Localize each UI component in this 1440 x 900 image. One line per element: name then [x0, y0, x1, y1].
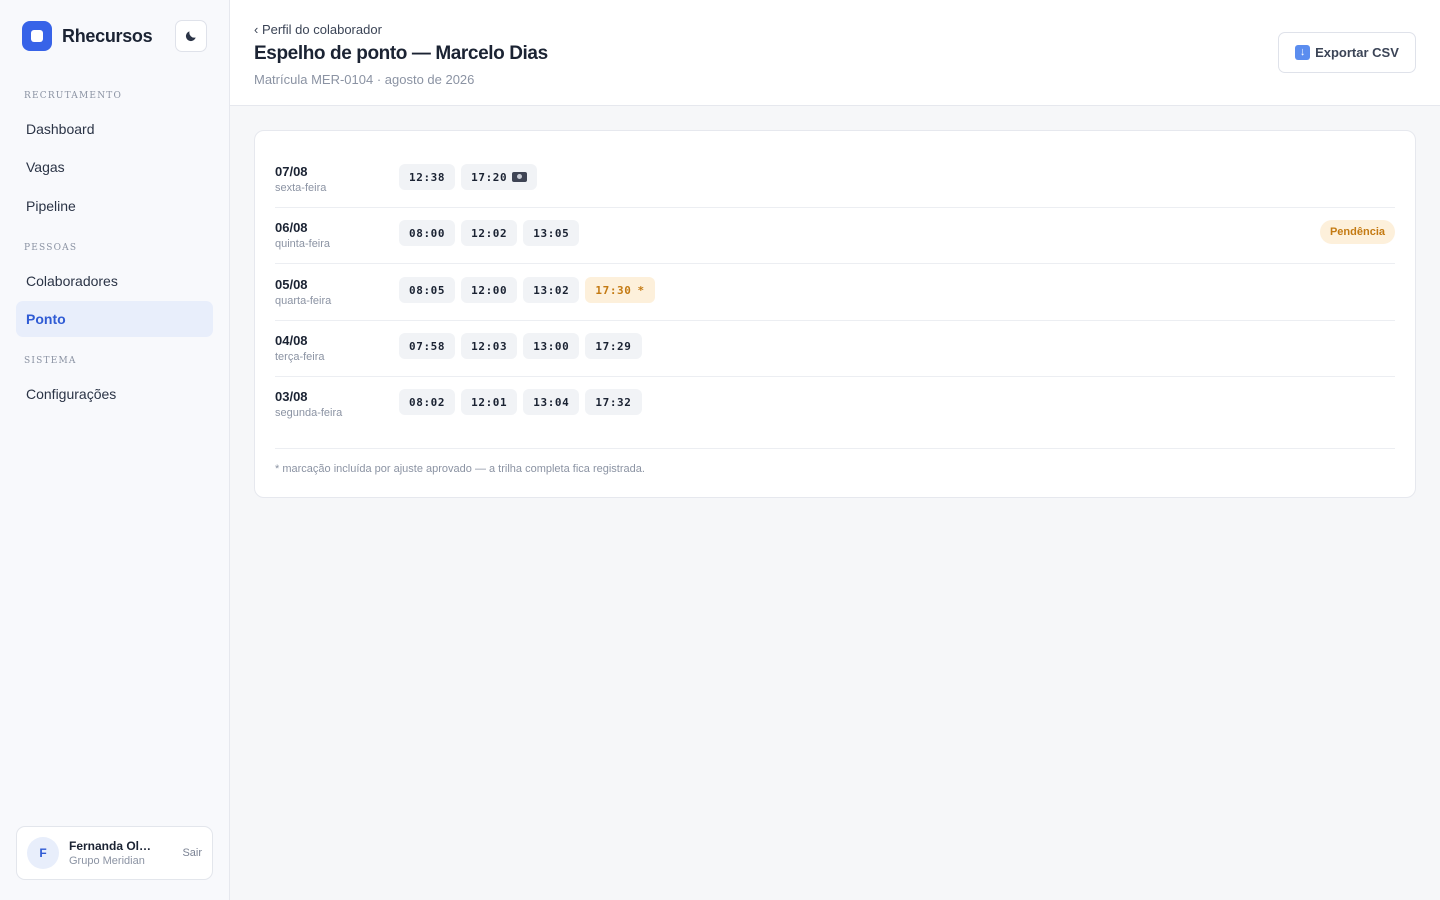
camera-icon [512, 172, 528, 182]
time-value: 13:00 [533, 339, 570, 353]
table-row[interactable]: 07/08 sexta-feira 12:38 17:20 [275, 164, 1395, 220]
sidebar-item-configuracoes[interactable]: Configurações [16, 376, 213, 412]
time-value: 12:38 [409, 170, 446, 184]
time-chip[interactable]: 17:32 [585, 389, 642, 415]
time-value: 12:02 [471, 226, 508, 240]
user-card: F Fernanda Oliveira Grupo Meridian Sair [16, 826, 213, 880]
time-value: 13:05 [533, 226, 570, 240]
brand[interactable]: Rhecursos [22, 21, 153, 51]
row-date: 05/08 [275, 277, 308, 292]
table-row[interactable]: 03/08 segunda-feira 08:02 12:01 13:04 17:32 [275, 389, 1395, 445]
time-entries: 12:38 17:20 [399, 164, 538, 190]
time-entries: 08:02 12:01 13:04 17:32 [399, 389, 642, 415]
footnote: * marcação incluída por ajuste aprovado … [275, 463, 645, 475]
time-value: 12:01 [471, 395, 508, 409]
time-value: 13:04 [533, 395, 570, 409]
row-weekday: terça-feira [275, 351, 325, 363]
row-divider [275, 376, 1395, 377]
time-value: 08:02 [409, 395, 446, 409]
row-weekday: sexta-feira [275, 182, 327, 194]
time-chip[interactable]: 12:01 [461, 389, 518, 415]
page-title: Espelho de ponto — Marcelo Dias [254, 43, 548, 64]
row-date: 03/08 [275, 389, 308, 404]
time-chip[interactable]: 13:04 [523, 389, 580, 415]
time-entries: 07:58 12:03 13:00 17:29 [399, 333, 642, 359]
square-logo-icon [22, 21, 52, 51]
time-value: 12:03 [471, 339, 508, 353]
time-chip[interactable]: 12:38 [399, 164, 456, 190]
table-row[interactable]: 04/08 terça-feira 07:58 12:03 13:00 17:29 [275, 333, 1395, 389]
row-weekday: quinta-feira [275, 238, 331, 250]
table-row[interactable]: 05/08 quarta-feira 08:05 12:00 13:02 17:30 * [275, 277, 1395, 333]
time-chip-adjusted[interactable]: 17:30 * [585, 277, 655, 303]
page-header: ‹ Perfil do colaborador Espelho de ponto… [230, 0, 1440, 106]
sidebar-item-dashboard[interactable]: Dashboard [16, 111, 213, 147]
sidebar-item-vagas[interactable]: Vagas [16, 149, 213, 185]
user-org: Grupo Meridian [69, 855, 145, 867]
sidebar-item-pipeline[interactable]: Pipeline [16, 188, 213, 224]
time-chip[interactable]: 13:00 [523, 333, 580, 359]
section-label-pessoas: PESSOAS [24, 243, 78, 253]
section-label-sistema: SISTEMA [24, 356, 77, 366]
time-value: 17:32 [595, 395, 632, 409]
export-csv-button[interactable]: ↓ Exportar CSV [1278, 32, 1416, 73]
timesheet-card: 07/08 sexta-feira 12:38 17:20 06/08 quinta-fe… [254, 130, 1416, 498]
sidebar-item-colaboradores[interactable]: Colaboradores [16, 263, 213, 299]
row-date: 04/08 [275, 333, 308, 348]
back-link[interactable]: ‹ Perfil do colaborador [254, 22, 382, 37]
time-entries: 08:05 12:00 13:02 17:30 * [399, 277, 655, 303]
time-chip[interactable]: 17:29 [585, 333, 642, 359]
time-chip[interactable]: 08:05 [399, 277, 456, 303]
time-value: 08:05 [409, 283, 446, 297]
row-divider [275, 320, 1395, 321]
row-weekday: quarta-feira [275, 295, 332, 307]
row-divider [275, 263, 1395, 264]
time-chip[interactable]: 12:02 [461, 220, 518, 246]
time-chip[interactable]: 17:20 [461, 164, 538, 190]
brand-name: Rhecursos [62, 25, 153, 46]
avatar: F [27, 837, 59, 869]
download-icon: ↓ [1295, 45, 1311, 60]
time-value: 12:00 [471, 283, 508, 297]
sidebar: Rhecursos RECRUTAMENTO Dashboard Vagas P… [0, 0, 230, 900]
page-subtitle: Matrícula MER-0104 · agosto de 2026 [254, 72, 475, 87]
table-row[interactable]: 06/08 quinta-feira 08:00 12:02 13:05 Pendênci… [275, 220, 1395, 276]
time-value: 17:29 [595, 339, 632, 353]
time-chip[interactable]: 13:05 [523, 220, 580, 246]
logout-button[interactable]: Sair [182, 847, 202, 859]
section-label-recrutamento: RECRUTAMENTO [24, 91, 123, 101]
row-date: 06/08 [275, 220, 308, 235]
time-value: 17:30 [595, 283, 632, 297]
row-date: 07/08 [275, 164, 308, 179]
adjustment-mark: * [637, 283, 645, 297]
time-chip[interactable]: 07:58 [399, 333, 456, 359]
time-chip[interactable]: 08:00 [399, 220, 456, 246]
time-entries: 08:00 12:02 13:05 [399, 220, 580, 246]
footnote-divider [275, 448, 1395, 449]
time-value: 17:20 [471, 170, 508, 184]
row-divider [275, 207, 1395, 208]
sidebar-item-ponto[interactable]: Ponto [16, 301, 213, 337]
export-csv-label: Exportar CSV [1315, 45, 1399, 60]
time-chip[interactable]: 08:02 [399, 389, 456, 415]
user-name: Fernanda Oliveira [69, 839, 153, 853]
theme-toggle-button[interactable] [175, 20, 207, 52]
time-value: 13:02 [533, 283, 570, 297]
time-chip[interactable]: 12:00 [461, 277, 518, 303]
moon-icon [185, 31, 196, 42]
status-badge: Pendência [1319, 220, 1395, 244]
row-weekday: segunda-feira [275, 407, 343, 419]
time-chip[interactable]: 12:03 [461, 333, 518, 359]
time-value: 08:00 [409, 226, 446, 240]
time-value: 07:58 [409, 339, 446, 353]
time-chip[interactable]: 13:02 [523, 277, 580, 303]
